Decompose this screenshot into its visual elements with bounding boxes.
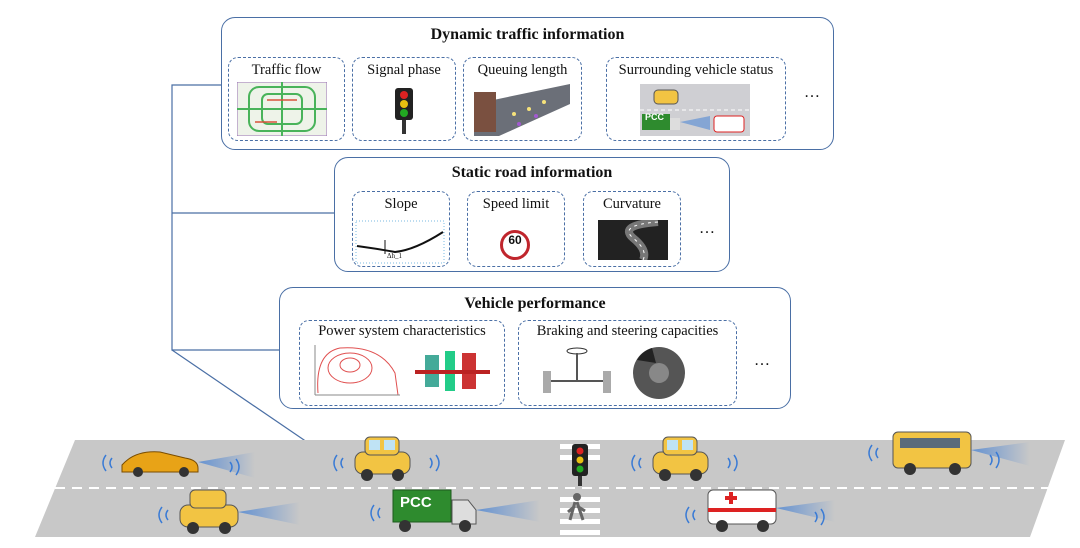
queue-street-image [474,84,570,136]
braking-steering-card: Braking and steering capacities [518,320,737,406]
slope-card: Slope Δh_1 [352,191,450,267]
slope-annotation: Δh_1 [387,252,403,260]
card-label: Traffic flow [251,62,322,78]
truck-label: PCC [400,494,432,511]
curved-road-image [598,220,668,260]
panel-title: Static road information [451,164,613,181]
diagram: PCC Dynamic traffic information Traffic … [0,0,1080,548]
speed-limit-sign: 60 [500,230,530,260]
card-label: Surrounding vehicle status [618,62,774,78]
braking-steering-images [543,347,685,399]
panel-title: Dynamic traffic information [430,26,625,43]
card-label: Power system characteristics [318,323,486,339]
card-label: Curvature [603,196,661,212]
vehicle-status-image [640,84,750,136]
card-label: Queuing length [477,62,568,78]
traffic-map-image [237,82,327,136]
queuing-length-card: Queuing length [463,57,582,141]
surrounding-vehicle-status-card: Surrounding vehicle status PCC [606,57,786,141]
static-road-panel: Static road information Slope Δh_1 Speed… [334,157,730,272]
panel-title: Vehicle performance [464,295,606,312]
speed-limit-card: Speed limit 60 [467,191,565,267]
card-label: Signal phase [367,62,441,78]
vehicle-performance-panel: Vehicle performance Power system charact… [279,287,791,409]
pcc-label: PCC [645,112,665,122]
traffic-light-icon [395,88,413,134]
card-label: Speed limit [482,196,550,212]
power-system-card: Power system characteristics [299,320,505,406]
more-ellipsis: … [699,220,715,237]
traffic-flow-card: Traffic flow [228,57,345,141]
signal-phase-card: Signal phase [352,57,456,141]
card-label: Braking and steering capacities [536,323,719,339]
card-label: Slope [384,196,418,212]
curvature-card: Curvature [583,191,681,267]
more-ellipsis: … [754,352,770,369]
dynamic-traffic-panel: Dynamic traffic information Traffic flow… [221,17,834,150]
more-ellipsis: … [804,84,820,101]
power-system-images [314,345,490,396]
